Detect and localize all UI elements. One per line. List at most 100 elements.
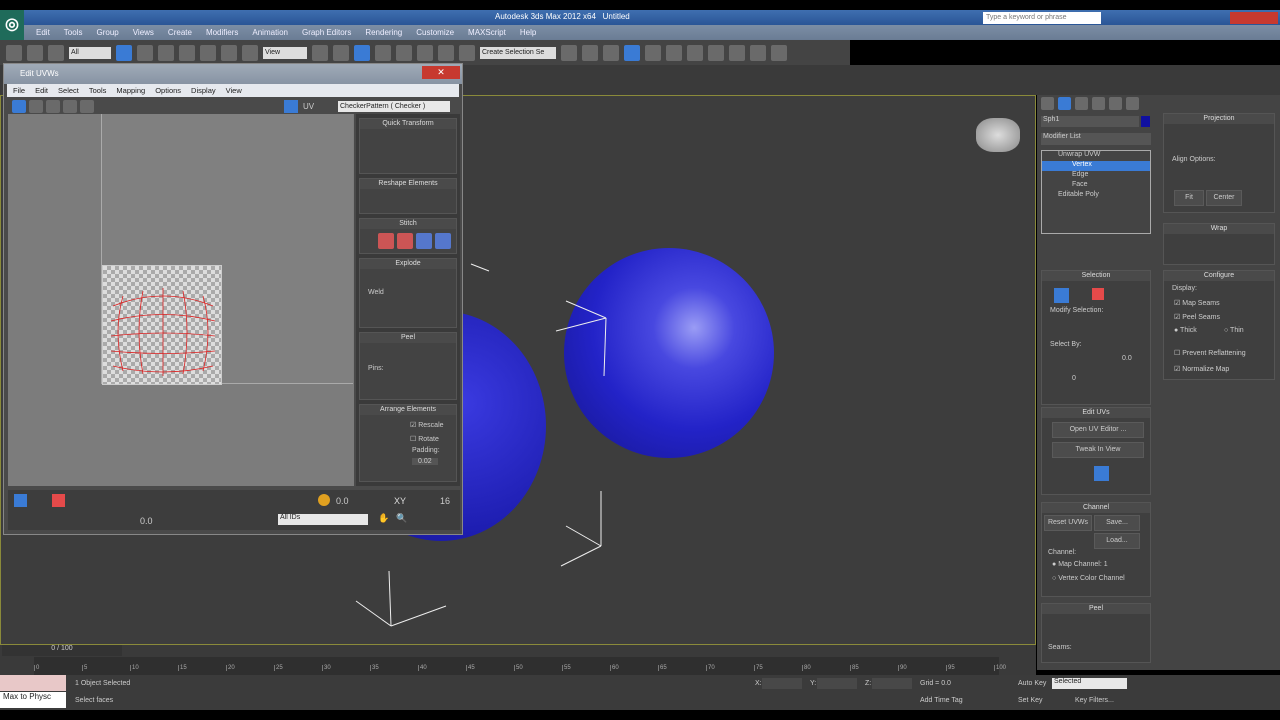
menu-maxscript[interactable]: MAXScript — [468, 28, 506, 37]
key-mode-dropdown[interactable]: Selected — [1052, 678, 1127, 689]
grid-spinner[interactable]: 16 — [440, 496, 450, 506]
manipulate-icon[interactable] — [333, 44, 349, 61]
bind-space-warp-icon[interactable] — [48, 44, 64, 61]
uvw-menu-select[interactable]: Select — [58, 86, 79, 95]
w-spinner[interactable]: 0.0 — [140, 516, 153, 526]
thin-radio[interactable]: ○ Thin — [1224, 327, 1244, 334]
z-field[interactable] — [872, 678, 912, 689]
window-controls[interactable] — [1230, 12, 1278, 24]
freeform-icon[interactable] — [63, 100, 77, 113]
rollout-title[interactable]: Quick Transform — [360, 119, 456, 129]
uvw-menu-mapping[interactable]: Mapping — [116, 86, 145, 95]
ids-dropdown[interactable]: All IDs — [278, 514, 368, 525]
uv-mesh[interactable] — [103, 266, 223, 386]
keyboard-shortcut-icon[interactable] — [354, 44, 370, 61]
stitch-icon[interactable] — [378, 233, 394, 249]
selection-filter-dropdown[interactable]: All — [69, 46, 111, 59]
rescale-checkbox[interactable]: ☑ Rescale — [410, 421, 444, 429]
app-menu-icon[interactable]: ◎ — [0, 10, 24, 40]
rollout-title[interactable]: Projection — [1164, 114, 1274, 124]
rollout-title[interactable]: Peel — [1042, 604, 1150, 614]
texture-dropdown[interactable]: CheckerPattern ( Checker ) — [338, 101, 450, 112]
pivot-icon[interactable] — [312, 44, 328, 61]
time-slider[interactable]: 0 / 100 — [2, 645, 122, 656]
modify-tab-icon[interactable] — [1058, 97, 1071, 110]
fit-button[interactable]: Fit — [1174, 190, 1204, 206]
rollout-title[interactable]: Configure — [1164, 271, 1274, 281]
mirror-icon[interactable] — [561, 44, 577, 61]
rollout-title[interactable]: Edit UVs — [1042, 408, 1150, 418]
modifier-list-dropdown[interactable]: Modifier List — [1041, 133, 1151, 145]
maxscript-input[interactable]: Max to Physc — [0, 692, 66, 708]
unlink-icon[interactable] — [27, 44, 43, 61]
tweak-in-view-button[interactable]: Tweak In View — [1052, 442, 1144, 458]
uv-label[interactable]: UV — [303, 102, 314, 111]
rollout-title[interactable]: Channel — [1042, 503, 1150, 513]
normalize-map-checkbox[interactable]: ☑ Normalize Map — [1174, 365, 1229, 373]
motion-tab-icon[interactable] — [1092, 97, 1105, 110]
close-button[interactable]: ✕ — [422, 66, 460, 79]
prevent-reflattening-checkbox[interactable]: ☐ Prevent Reflattening — [1174, 349, 1246, 357]
select-by-id-spinner[interactable]: 0 — [1072, 375, 1076, 382]
stitch-icon[interactable] — [397, 233, 413, 249]
reset-uvws-button[interactable]: Reset UVWs — [1044, 515, 1092, 531]
menu-animation[interactable]: Animation — [252, 28, 288, 37]
save-button[interactable]: Save... — [1094, 515, 1140, 531]
rotate-icon[interactable] — [221, 44, 237, 61]
stitch-icon[interactable] — [416, 233, 432, 249]
rollout-title[interactable]: Wrap — [1164, 224, 1274, 234]
object-name-input[interactable]: Sph1 — [1041, 116, 1139, 127]
move-icon[interactable] — [200, 44, 216, 61]
map-channel-radio[interactable]: ● Map Channel: 1 — [1052, 561, 1108, 568]
object-color-swatch[interactable] — [1141, 116, 1150, 127]
map-channel-spinner[interactable]: 1 — [1104, 561, 1108, 568]
vertex-select-icon[interactable] — [14, 494, 27, 507]
open-uv-editor-button[interactable]: Open UV Editor ... — [1052, 422, 1144, 438]
add-time-tag[interactable]: Add Time Tag — [920, 697, 963, 704]
percent-snap-icon[interactable] — [417, 44, 433, 61]
face-mode-icon[interactable] — [1092, 288, 1104, 300]
rollout-title[interactable]: Explode — [360, 259, 456, 269]
uvw-title-bar[interactable]: Edit UVWs — [4, 64, 462, 84]
y-field[interactable] — [817, 678, 857, 689]
peel-seams-checkbox[interactable]: ☑ Peel Seams — [1174, 313, 1220, 321]
center-button[interactable]: Center — [1206, 190, 1242, 206]
vertex-mode-icon[interactable] — [1054, 288, 1069, 303]
menu-modifiers[interactable]: Modifiers — [206, 28, 238, 37]
angle-snap-icon[interactable] — [396, 44, 412, 61]
rollout-title[interactable]: Peel — [360, 333, 456, 343]
hierarchy-tab-icon[interactable] — [1075, 97, 1088, 110]
thick-radio[interactable]: ● Thick — [1174, 327, 1197, 334]
key-filters-button[interactable]: Key Filters... — [1075, 697, 1114, 704]
stitch-icon[interactable] — [435, 233, 451, 249]
stack-editable-poly[interactable]: Editable Poly — [1042, 191, 1150, 201]
select-by-angle-spinner[interactable]: 0.0 — [1122, 355, 1132, 362]
rollout-title[interactable]: Stitch — [360, 219, 456, 229]
menu-rendering[interactable]: Rendering — [365, 28, 402, 37]
menu-views[interactable]: Views — [133, 28, 154, 37]
uv-canvas[interactable] — [8, 114, 354, 486]
uvw-menu-tools[interactable]: Tools — [89, 86, 107, 95]
menu-graph-editors[interactable]: Graph Editors — [302, 28, 351, 37]
rotate-icon[interactable] — [29, 100, 43, 113]
scale-icon[interactable] — [242, 44, 258, 61]
curve-editor-icon[interactable] — [645, 44, 661, 61]
ribbon-icon[interactable] — [624, 44, 640, 61]
stack-face[interactable]: Face — [1042, 181, 1150, 191]
rollout-title[interactable]: Arrange Elements — [360, 405, 456, 415]
uvw-menu-edit[interactable]: Edit — [35, 86, 48, 95]
timeline[interactable]: 0 / 100 0 5 10 15 20 25 30 35 40 45 50 55 60 65 70 75 80… — [0, 645, 1036, 675]
named-selection-dropdown[interactable]: Create Selection Se — [480, 46, 556, 59]
vertex-color-radio[interactable]: ○ Vertex Color Channel — [1052, 575, 1125, 582]
render-setup-icon[interactable] — [708, 44, 724, 61]
window-crossing-icon[interactable] — [179, 44, 195, 61]
zoom-icon[interactable]: 🔍 — [396, 513, 407, 524]
rollout-title[interactable]: Reshape Elements — [360, 179, 456, 189]
ref-coord-dropdown[interactable]: View — [263, 46, 307, 59]
render-frame-icon[interactable] — [729, 44, 745, 61]
create-tab-icon[interactable] — [1041, 97, 1054, 110]
uvw-menu-file[interactable]: File — [13, 86, 25, 95]
layer-icon[interactable] — [603, 44, 619, 61]
spinner-snap-icon[interactable] — [438, 44, 454, 61]
region-select-icon[interactable] — [158, 44, 174, 61]
